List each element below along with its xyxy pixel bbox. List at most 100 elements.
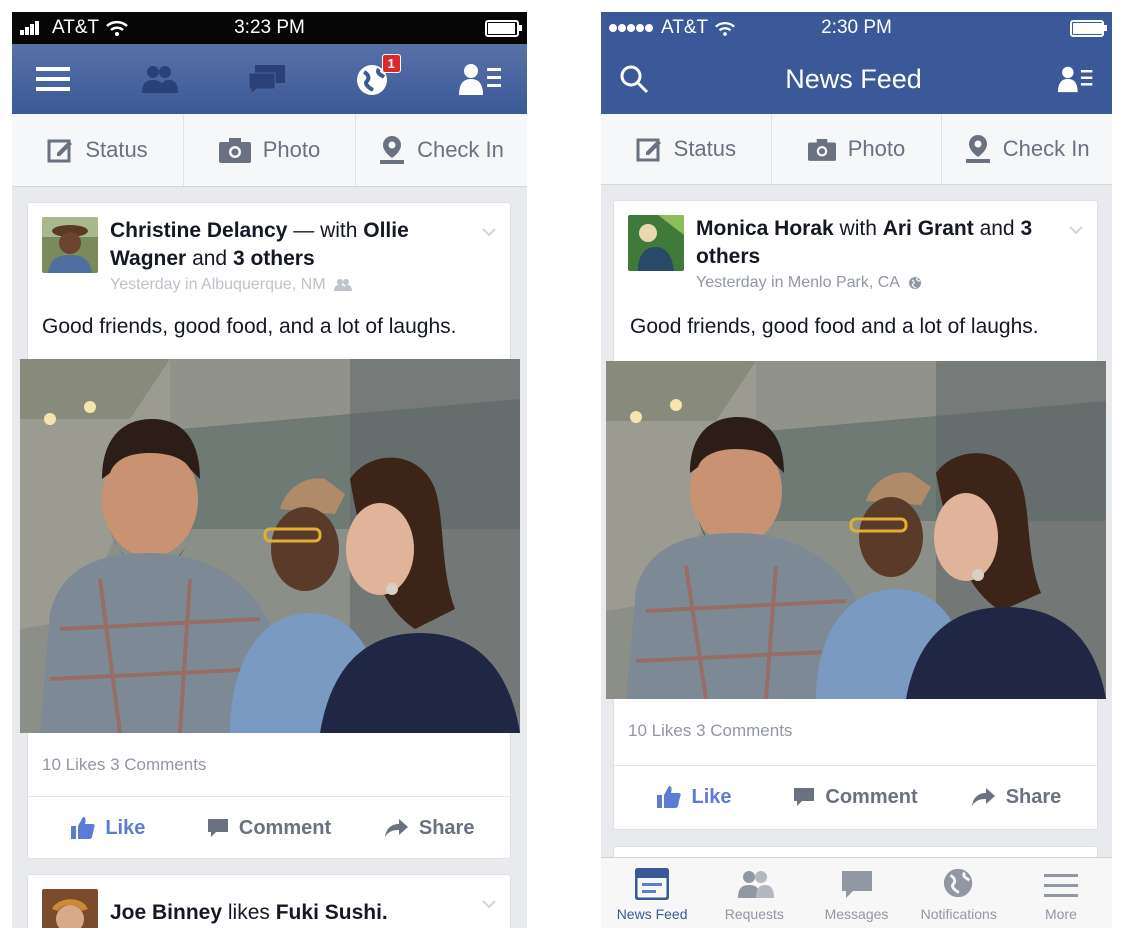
- tab-messages[interactable]: Messages: [805, 858, 907, 928]
- tab-label: More: [1044, 906, 1077, 922]
- tab-label: Notifications: [920, 906, 997, 922]
- status-bar: AT&T 2:30 PM: [601, 12, 1112, 44]
- friends-list-icon[interactable]: [459, 62, 503, 96]
- notifications-button[interactable]: 1: [355, 54, 401, 96]
- publisher-bar: Status Photo Check In: [601, 114, 1112, 185]
- photo-button[interactable]: Photo: [772, 114, 943, 184]
- status-button[interactable]: Status: [12, 114, 184, 186]
- check-in-label: Check In: [417, 137, 504, 162]
- menu-icon: [1043, 874, 1078, 897]
- check-in-button[interactable]: Check In: [356, 114, 527, 186]
- signal-icon: [20, 21, 39, 35]
- thumbs-up-icon: [657, 786, 682, 808]
- photo-label: Photo: [847, 136, 906, 161]
- comments-count[interactable]: 3 Comments: [110, 755, 206, 774]
- likes-verb: likes: [222, 901, 276, 924]
- comment-button[interactable]: Comment: [775, 786, 936, 809]
- page-title: News Feed: [785, 63, 922, 94]
- friends-list-icon[interactable]: [1058, 64, 1094, 94]
- author-name-link[interactable]: Monica Horak: [696, 217, 834, 240]
- story-header: Christine Delancy — with Ollie Wagner an…: [110, 217, 470, 273]
- story-timestamp[interactable]: Yesterday in Menlo Park, CA: [696, 271, 900, 295]
- right-phone-screen: AT&T 2:30 PM News Feed Status Photo Chec…: [601, 12, 1112, 928]
- tagged-name-link[interactable]: Ari Grant: [883, 217, 974, 240]
- camera-icon: [807, 138, 836, 161]
- feed-story-card: Christine Delancy — with Ollie Wagner an…: [20, 202, 520, 859]
- comment-button[interactable]: Comment: [189, 817, 350, 840]
- status-button[interactable]: Status: [601, 114, 772, 184]
- story-timestamp[interactable]: Yesterday in Albuquerque, NM: [110, 273, 326, 297]
- clock: 2:30 PM: [821, 17, 892, 38]
- author-name-link[interactable]: Joe Binney: [110, 901, 222, 924]
- author-avatar[interactable]: [42, 889, 98, 928]
- bottom-tab-bar: News Feed Requests Messages Notification…: [601, 857, 1112, 928]
- location-pin-icon: [965, 135, 990, 163]
- comment-icon: [794, 788, 815, 806]
- photo-label: Photo: [262, 137, 321, 162]
- author-avatar[interactable]: [42, 217, 98, 273]
- share-label: Share: [418, 816, 475, 839]
- page-name-link[interactable]: Fuki Sushi.: [276, 901, 388, 924]
- location-pin-icon: [380, 136, 405, 164]
- feed-story-card: Monica Horak with Ari Grant and 3 others…: [606, 200, 1106, 830]
- share-icon: [384, 819, 408, 837]
- like-button[interactable]: Like: [614, 786, 775, 809]
- comment-label: Comment: [238, 816, 332, 839]
- likes-count[interactable]: 10 Likes: [42, 755, 105, 774]
- globe-icon: [943, 868, 972, 898]
- engagement-counts[interactable]: 10 Likes 3 Comments: [42, 755, 206, 775]
- author-avatar[interactable]: [628, 215, 684, 271]
- story-photo[interactable]: [20, 359, 520, 733]
- engagement-counts[interactable]: 10 Likes 3 Comments: [628, 721, 792, 741]
- menu-icon[interactable]: [36, 65, 70, 93]
- comments-count[interactable]: 3 Comments: [696, 721, 792, 740]
- signal-dots-icon: [609, 24, 653, 32]
- publisher-bar: Status Photo Check In: [12, 114, 527, 187]
- friend-requests-icon[interactable]: [138, 63, 179, 95]
- likes-count[interactable]: 10 Likes: [628, 721, 691, 740]
- chevron-down-icon[interactable]: [482, 225, 496, 239]
- battery-icon: [1070, 19, 1107, 37]
- tab-label: Messages: [824, 906, 889, 922]
- check-in-label: Check In: [1002, 136, 1090, 161]
- tab-requests[interactable]: Requests: [703, 858, 805, 928]
- photo-button[interactable]: Photo: [184, 114, 356, 186]
- like-label: Like: [691, 785, 732, 808]
- status-label: Status: [673, 136, 737, 161]
- chevron-down-icon[interactable]: [1069, 223, 1083, 237]
- check-in-button[interactable]: Check In: [942, 114, 1112, 184]
- friend-requests-icon: [738, 871, 775, 898]
- status-label: Status: [85, 137, 148, 162]
- tab-notifications[interactable]: Notifications: [908, 858, 1010, 928]
- author-name-link[interactable]: Christine Delancy: [110, 219, 287, 242]
- share-button[interactable]: Share: [936, 786, 1097, 809]
- tab-more[interactable]: More: [1010, 858, 1112, 928]
- others-link[interactable]: 3 others: [233, 247, 315, 270]
- top-nav-bar: 1: [12, 44, 527, 114]
- left-phone-screen: AT&T 3:23 PM 1 Status Photo Check In Chr…: [12, 12, 527, 928]
- share-button[interactable]: Share: [349, 817, 510, 840]
- tab-label: News Feed: [616, 906, 688, 922]
- story-message: Good friends, good food, and a lot of la…: [42, 315, 457, 338]
- story-photo[interactable]: [606, 361, 1106, 699]
- search-icon[interactable]: [619, 64, 649, 94]
- comment-icon: [207, 819, 228, 837]
- public-globe-icon: [908, 277, 921, 289]
- notification-badge: 1: [381, 54, 401, 73]
- tab-label: Requests: [724, 906, 784, 922]
- and-text: and: [186, 247, 233, 270]
- messages-icon[interactable]: [247, 63, 287, 95]
- story-actions: Like Comment Share: [614, 765, 1097, 828]
- like-button[interactable]: Like: [28, 817, 189, 840]
- story-message: Good friends, good food and a lot of lau…: [630, 315, 1039, 338]
- tab-news-feed[interactable]: News Feed: [601, 858, 703, 928]
- and-text: and: [973, 217, 1021, 240]
- story-actions: Like Comment Share: [28, 796, 510, 859]
- chevron-down-icon[interactable]: [482, 897, 496, 911]
- friends-audience-icon: [333, 279, 352, 291]
- camera-icon: [218, 138, 251, 163]
- edit-icon: [47, 139, 73, 163]
- with-text: with: [833, 217, 883, 240]
- share-label: Share: [1005, 785, 1062, 808]
- story-header: Joe Binney likes Fuki Sushi.: [110, 889, 388, 928]
